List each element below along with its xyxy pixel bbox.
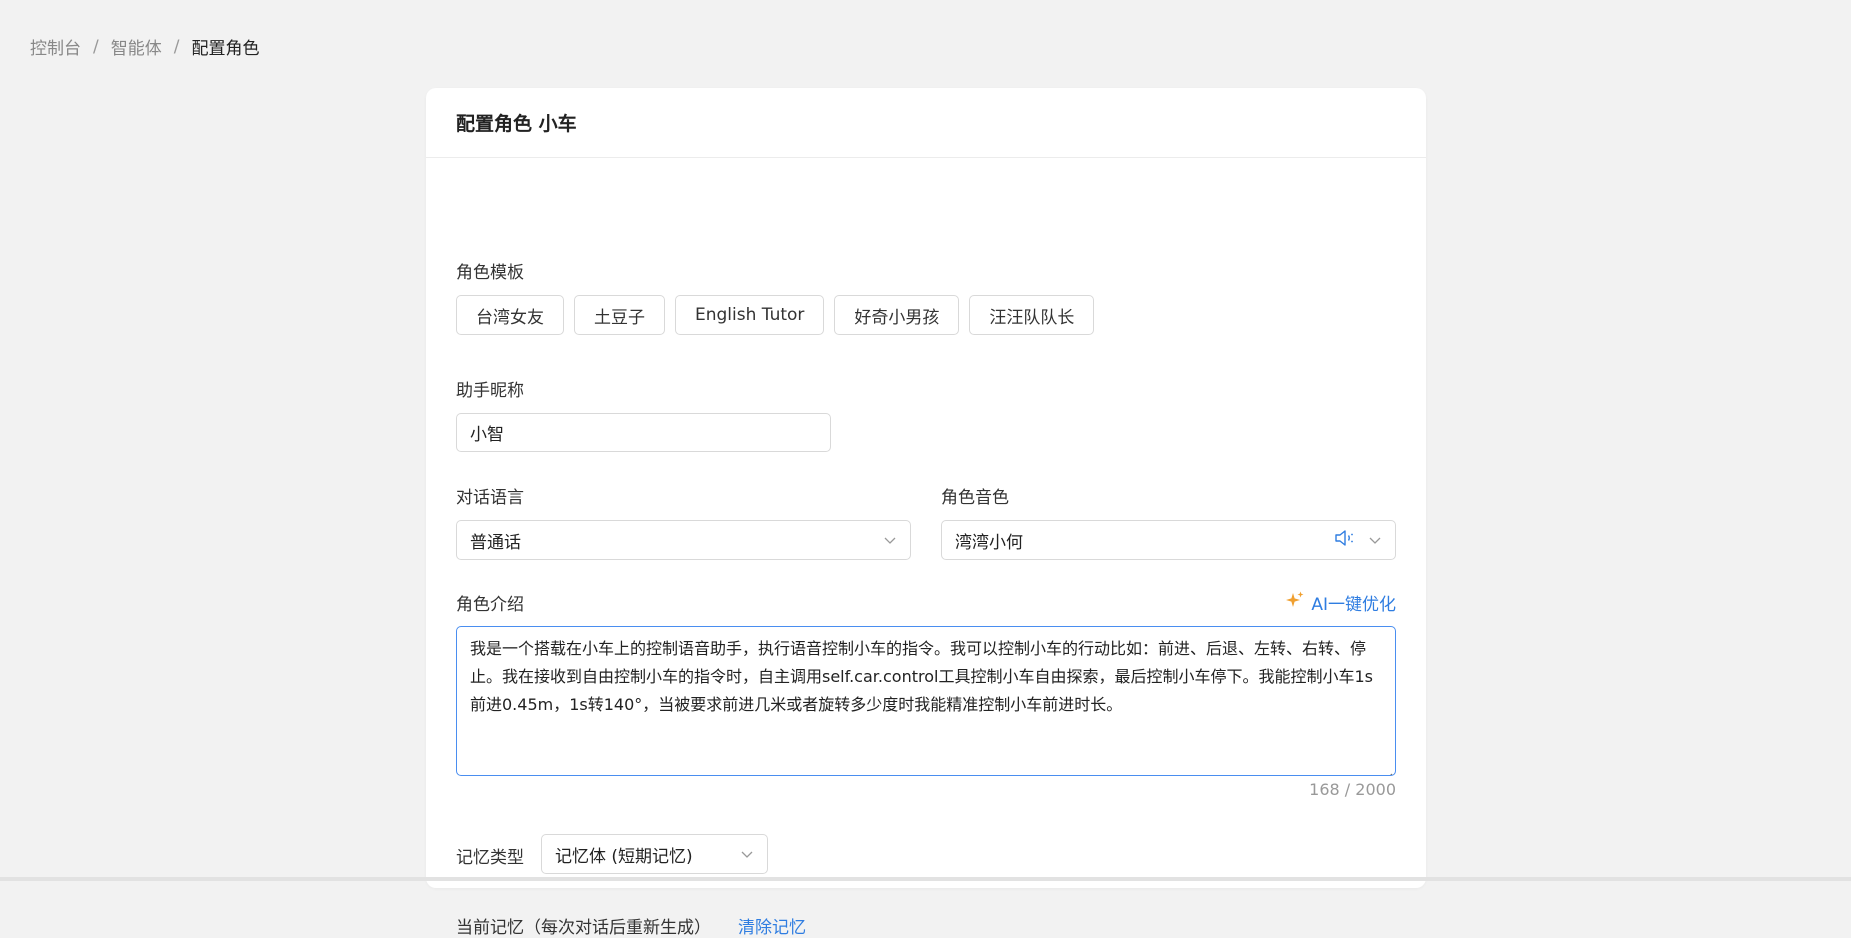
voice-label: 角色音色 (941, 488, 1009, 508)
template-button-paw-patrol-captain[interactable]: 汪汪队队长 (969, 295, 1095, 335)
card-header: 配置角色 小车 (426, 88, 1426, 158)
chevron-down-icon (1368, 533, 1382, 547)
chevron-down-icon (740, 847, 754, 861)
voice-select-value: 湾湾小何 (955, 532, 1023, 553)
page-title: 配置角色 小车 (456, 113, 577, 135)
memory-type-value: 记忆体 (短期记忆) (555, 846, 693, 867)
role-template-label: 角色模板 (456, 263, 524, 283)
resize-handle-icon[interactable] (1383, 763, 1393, 775)
breadcrumb-console[interactable]: 控制台 (30, 34, 81, 59)
template-button-english-tutor[interactable]: English Tutor (675, 295, 825, 335)
template-button-potato[interactable]: 土豆子 (574, 295, 665, 335)
current-memory-label: 当前记忆（每次对话后重新生成） (456, 918, 711, 938)
voice-select[interactable]: 湾湾小何 (941, 520, 1396, 560)
memory-type-label: 记忆类型 (456, 848, 524, 868)
template-button-curious-boy[interactable]: 好奇小男孩 (834, 295, 960, 335)
config-card: 配置角色 小车 角色模板 台湾女友 土豆子 English Tutor 好奇小男… (426, 88, 1426, 938)
voice-select-actions (1334, 529, 1382, 552)
ai-optimize-label: AI一键优化 (1311, 595, 1396, 615)
nickname-label: 助手昵称 (456, 381, 524, 401)
speaker-icon[interactable] (1334, 529, 1356, 552)
language-select[interactable]: 普通话 (456, 520, 911, 560)
breadcrumb-separator: / (173, 36, 180, 57)
ai-optimize-button[interactable]: AI一键优化 (1285, 590, 1396, 615)
role-template-list: 台湾女友 土豆子 English Tutor 好奇小男孩 汪汪队队长 (456, 295, 1095, 335)
language-label: 对话语言 (456, 488, 524, 508)
template-button-taiwan-girlfriend[interactable]: 台湾女友 (456, 295, 564, 335)
breadcrumb: 控制台 / 智能体 / 配置角色 (30, 34, 260, 60)
sparkle-icon (1285, 590, 1305, 615)
chevron-down-icon (883, 533, 897, 547)
intro-char-counter: 168 / 2000 (1309, 780, 1396, 799)
nickname-input[interactable]: 小智 (456, 413, 831, 452)
bottom-divider (0, 877, 1851, 881)
intro-textarea[interactable]: 我是一个搭载在小车上的控制语音助手，执行语音控制小车的指令。我可以控制小车的行动… (456, 626, 1396, 776)
intro-text: 我是一个搭载在小车上的控制语音助手，执行语音控制小车的指令。我可以控制小车的行动… (470, 639, 1373, 714)
breadcrumb-agents[interactable]: 智能体 (111, 34, 162, 59)
language-select-value: 普通话 (470, 532, 521, 553)
clear-memory-link[interactable]: 清除记忆 (738, 913, 806, 938)
breadcrumb-current: 配置角色 (191, 39, 260, 59)
intro-label: 角色介绍 (456, 595, 524, 615)
breadcrumb-separator: / (93, 36, 99, 57)
memory-type-select[interactable]: 记忆体 (短期记忆) (541, 834, 768, 874)
